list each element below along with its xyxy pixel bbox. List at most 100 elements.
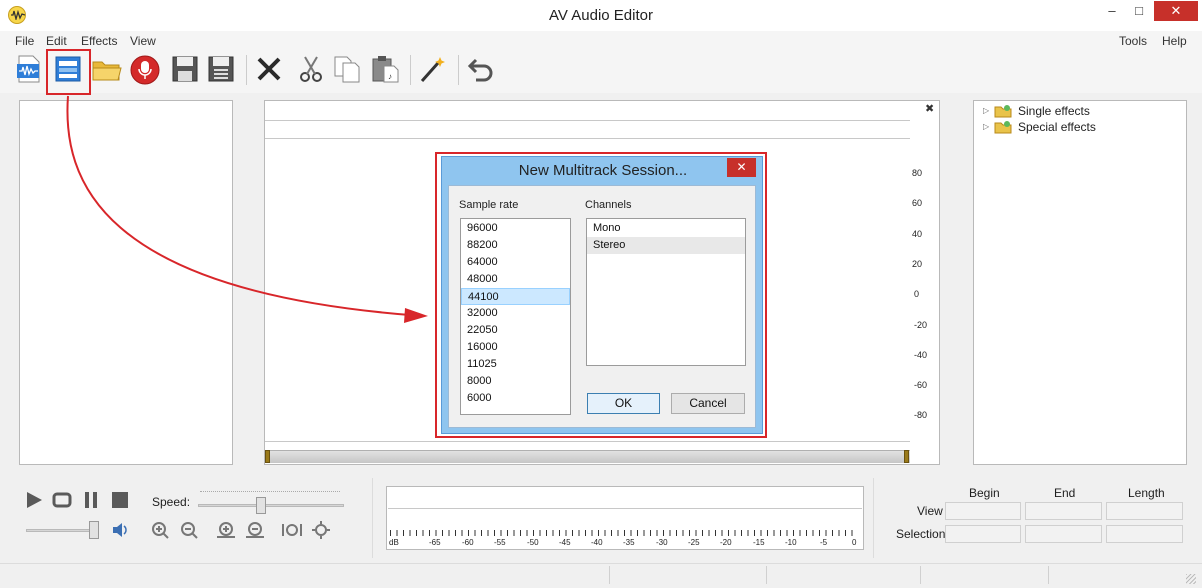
menu-help[interactable]: Help	[1162, 34, 1187, 48]
view-end-field[interactable]	[1025, 502, 1102, 520]
scale-label: 0	[914, 289, 920, 299]
meter-label: -15	[753, 538, 765, 547]
speed-slider[interactable]	[198, 504, 344, 507]
selection-begin-field[interactable]	[945, 525, 1021, 543]
menu-effects[interactable]: Effects	[81, 34, 117, 48]
folder-icon	[994, 120, 1012, 137]
undo-icon[interactable]	[466, 54, 498, 86]
folder-icon	[994, 104, 1012, 121]
save-icon[interactable]	[170, 54, 202, 86]
meter-divider	[388, 508, 862, 509]
scale-label: 60	[912, 198, 923, 208]
speed-ticks	[200, 491, 340, 492]
scroll-end-handle[interactable]	[904, 450, 909, 463]
length-header: Length	[1128, 486, 1165, 500]
tree-item-special-effects[interactable]: Special effects	[1018, 120, 1096, 134]
menu-edit[interactable]: Edit	[46, 34, 67, 48]
svg-text:♪: ♪	[388, 72, 392, 81]
menu-tools[interactable]: Tools	[1119, 34, 1147, 48]
scale-label: -80	[914, 410, 928, 420]
window-title: AV Audio Editor	[549, 7, 653, 24]
list-item[interactable]: 64000	[461, 254, 570, 271]
menu-file[interactable]: File	[15, 34, 34, 48]
expand-arrow-icon[interactable]: ▷	[983, 122, 989, 131]
open-folder-icon[interactable]	[91, 54, 123, 86]
zoom-out-vertical-icon[interactable]	[179, 520, 199, 540]
view-row-label: View	[917, 504, 943, 518]
tree-item-single-effects[interactable]: Single effects	[1018, 104, 1090, 118]
paste-icon[interactable]: ♪	[370, 54, 402, 86]
list-item[interactable]: Mono	[587, 220, 745, 237]
record-icon[interactable]	[129, 54, 161, 86]
list-item[interactable]: 88200	[461, 237, 570, 254]
zoom-selection-icon[interactable]	[282, 520, 302, 540]
channels-list[interactable]: Mono Stereo	[586, 218, 746, 366]
view-begin-field[interactable]	[945, 502, 1021, 520]
volume-slider[interactable]	[26, 529, 96, 532]
meter-ticks	[390, 530, 858, 536]
zoom-out-horizontal-icon[interactable]	[245, 520, 265, 540]
save-as-icon[interactable]	[206, 54, 238, 86]
status-separator	[1048, 566, 1049, 584]
delete-icon[interactable]	[254, 54, 286, 86]
status-bar	[0, 563, 1202, 588]
view-length-field[interactable]	[1106, 502, 1183, 520]
scale-label: -60	[914, 380, 928, 390]
volume-slider-handle[interactable]	[89, 521, 99, 539]
list-item[interactable]: 8000	[461, 373, 570, 390]
expand-arrow-icon[interactable]: ▷	[983, 106, 989, 115]
magic-wand-icon[interactable]	[418, 54, 450, 86]
meter-label: -25	[688, 538, 700, 547]
zoom-in-horizontal-icon[interactable]	[216, 520, 236, 540]
close-waveform-icon[interactable]: ✖	[925, 102, 934, 115]
stop-icon[interactable]	[110, 490, 130, 510]
zoom-fit-icon[interactable]	[311, 520, 331, 540]
play-icon[interactable]	[24, 490, 44, 510]
list-item[interactable]: 32000	[461, 305, 570, 322]
toolbar-separator	[458, 55, 459, 85]
waveform-scrollbar[interactable]	[265, 450, 910, 463]
scale-label: 40	[912, 229, 923, 239]
resize-grip-icon[interactable]	[1186, 574, 1196, 584]
copy-icon[interactable]	[332, 54, 364, 86]
ok-button[interactable]: OK	[587, 393, 660, 414]
dialog-close-button[interactable]: ✕	[727, 158, 756, 177]
cut-icon[interactable]	[296, 54, 328, 86]
new-multitrack-dialog: New Multitrack Session... ✕ Sample rate …	[441, 156, 763, 434]
cancel-button[interactable]: Cancel	[671, 393, 745, 414]
dialog-title: New Multitrack Session...	[518, 162, 688, 179]
waveform-divider	[265, 441, 910, 442]
speaker-icon[interactable]	[110, 520, 130, 540]
scroll-start-handle[interactable]	[265, 450, 270, 463]
loop-icon[interactable]	[52, 490, 72, 510]
maximize-button[interactable]: □	[1124, 0, 1154, 24]
selection-length-field[interactable]	[1106, 525, 1183, 543]
list-item[interactable]: 22050	[461, 322, 570, 339]
status-separator	[920, 566, 921, 584]
menu-bar	[0, 31, 1202, 51]
divider	[873, 478, 874, 558]
scale-label: 80	[912, 168, 923, 178]
speed-slider-handle[interactable]	[256, 497, 266, 514]
audio-file-icon[interactable]	[14, 54, 46, 86]
close-button[interactable]: ✕	[1154, 1, 1198, 21]
scale-label: -40	[914, 350, 928, 360]
sample-rate-label: Sample rate	[459, 199, 519, 211]
selection-end-field[interactable]	[1025, 525, 1102, 543]
list-item[interactable]: 96000	[461, 220, 570, 237]
menu-view[interactable]: View	[130, 34, 156, 48]
zoom-in-vertical-icon[interactable]	[150, 520, 170, 540]
list-item[interactable]: 6000	[461, 390, 570, 407]
list-item[interactable]: 11025	[461, 356, 570, 373]
toolbar-highlight	[46, 49, 91, 95]
list-item-selected[interactable]: 44100	[461, 288, 570, 305]
meter-label: 0	[852, 538, 857, 547]
list-item[interactable]: 48000	[461, 271, 570, 288]
list-item[interactable]: 16000	[461, 339, 570, 356]
minimize-button[interactable]: –	[1097, 0, 1127, 24]
list-item-selected[interactable]: Stereo	[587, 237, 745, 254]
pause-icon[interactable]	[81, 490, 101, 510]
meter-label: -60	[462, 538, 474, 547]
sample-rate-list[interactable]: 96000 88200 64000 48000 44100 32000 2205…	[460, 218, 571, 415]
dialog-body: Sample rate 96000 88200 64000 48000 4410…	[448, 185, 756, 428]
